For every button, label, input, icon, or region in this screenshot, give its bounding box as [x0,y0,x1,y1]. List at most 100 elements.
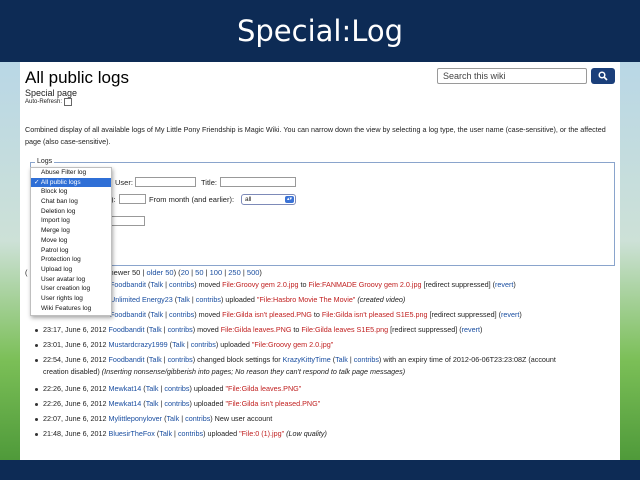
text: ) [480,325,483,334]
user-link[interactable]: Mustardcrazy1999 [109,340,168,349]
user-label: User: [115,178,133,187]
dropdown-item[interactable]: Chat ban log [31,197,111,207]
page-link[interactable]: "File:Gilda leaves.PNG" [226,384,302,393]
user-link[interactable]: Foodbandit [109,325,145,334]
dropdown-item[interactable]: Move log [31,236,111,246]
limit-500-link[interactable]: 500 [247,268,260,277]
contribs-link[interactable]: contribs [191,340,216,349]
talk-link[interactable]: Talk [149,325,162,334]
page-link[interactable]: File:Gilda leaves.PNG [221,325,292,334]
month-select[interactable]: all ▴▾ [241,194,296,205]
talk-link[interactable]: Talk [177,295,190,304]
limit-100-link[interactable]: 100 [210,268,223,277]
limit-250-link[interactable]: 250 [228,268,241,277]
bullet [35,387,38,391]
entry-time: 22:26, June 6, 2012 [43,384,109,393]
contribs-link[interactable]: contribs [164,399,189,408]
user-link[interactable]: Mewkat14 [109,384,142,393]
page-link[interactable]: "File:Gilda isn't pleased.PNG" [226,399,321,408]
user-link[interactable]: Mylittleponylover [109,414,163,423]
entry-time: 22:26, June 6, 2012 [43,399,109,408]
contribs-link[interactable]: contribs [196,295,221,304]
user-link[interactable]: Foodbandit [110,280,146,289]
page-link[interactable]: File:Gilda leaves S1E5.png [301,325,388,334]
text: ) uploaded [215,340,252,349]
log-entry: 22:26, June 6, 2012 Mewkat14 (Talk | con… [35,399,320,408]
page-input[interactable] [111,216,145,226]
text: with an expiry time of 2012-06-06T23:23:… [381,355,556,364]
talk-link[interactable]: Talk [335,355,348,364]
title-input[interactable] [220,177,296,187]
revert-link[interactable]: revert [501,310,519,319]
dropdown-item[interactable]: User avatar log [31,275,111,285]
talk-link[interactable]: Talk [150,280,163,289]
text: to [298,280,309,289]
dropdown-item[interactable]: Block log [31,187,111,197]
page-link[interactable]: File:Gilda isn't pleased.PNG [222,310,312,319]
page-link[interactable]: "File:Hasbro Movie The Movie" [257,295,355,304]
text: to [291,325,302,334]
contribs-link[interactable]: contribs [178,429,203,438]
select-arrows-icon: ▴▾ [285,196,294,203]
talk-link[interactable]: Talk [159,429,172,438]
talk-link[interactable]: Talk [172,340,185,349]
user-link[interactable]: BluesirTheFox [109,429,155,438]
autorefresh: Auto-Refresh: [25,98,73,106]
entry-time: 22:54, June 6, 2012 [43,355,109,364]
limit-50-link[interactable]: 50 [195,268,203,277]
dropdown-item[interactable]: Deletion log [31,207,111,217]
user-link[interactable]: Mewkat14 [109,399,142,408]
user-link[interactable]: Unlimited Energy23 [110,295,173,304]
contribs-link[interactable]: contribs [168,325,193,334]
dropdown-item[interactable]: Wiki Features log [31,304,111,314]
page-link[interactable]: File:FANMADE Groovy gem 2.0.jpg [308,280,421,289]
log-type-dropdown[interactable]: Abuse Filter log ✓ All public logs Block… [30,167,112,316]
text: to [311,310,322,319]
dropdown-item[interactable]: Patrol log [31,246,111,256]
talk-link[interactable]: Talk [150,310,163,319]
log-entry: Unlimited Energy23 (Talk | contribs) upl… [110,295,405,304]
revert-link[interactable]: revert [462,325,480,334]
search-input[interactable]: Search this wiki [437,68,587,84]
page-link[interactable]: "File:Groovy gem 2.0.jpg" [252,340,333,349]
nav-newer: newer 50 | [109,268,147,277]
dropdown-item[interactable]: Upload log [31,265,111,275]
background-art-left [0,62,20,460]
dropdown-item[interactable]: User creation log [31,284,111,294]
entry-time: 22:07, June 6, 2012 [43,414,109,423]
bullet [35,402,38,406]
user-input[interactable] [135,177,196,187]
contribs-link[interactable]: contribs [354,355,379,364]
dropdown-item-selected[interactable]: ✓ All public logs [31,177,111,188]
talk-link[interactable]: Talk [146,399,159,408]
autorefresh-checkbox[interactable] [64,98,73,106]
contribs-link[interactable]: contribs [185,414,210,423]
page-link[interactable]: File:Gilda isn't pleased S1E5.png [322,310,428,319]
revert-link[interactable]: revert [495,280,513,289]
page-link[interactable]: File:Groovy gem 2.0.jpg [222,280,298,289]
page-link[interactable]: "File:0 (1).jpg" [239,429,284,438]
talk-link[interactable]: Talk [146,384,159,393]
summary: (Low quality) [284,429,327,438]
contribs-link[interactable]: contribs [169,280,194,289]
talk-link[interactable]: Talk [149,355,162,364]
user-link[interactable]: Foodbandit [109,355,145,364]
dropdown-item[interactable]: Import log [31,216,111,226]
year-input[interactable] [119,194,146,204]
older-link[interactable]: older 50 [146,268,173,277]
page-link[interactable]: KrazyKittyTime [283,355,331,364]
contribs-link[interactable]: contribs [168,355,193,364]
log-entry: 22:54, June 6, 2012 Foodbandit (Talk | c… [35,355,556,364]
dropdown-item[interactable]: Merge log [31,226,111,236]
dropdown-item[interactable]: Protection log [31,255,111,265]
contribs-link[interactable]: contribs [169,310,194,319]
limit-20-link[interactable]: 20 [181,268,189,277]
fieldset-legend: Logs [35,158,55,165]
user-link[interactable]: Foodbandit [110,310,146,319]
page-subtitle: Special page [25,88,78,98]
search-button[interactable] [591,68,615,84]
contribs-link[interactable]: contribs [164,384,189,393]
talk-link[interactable]: Talk [166,414,179,423]
dropdown-item[interactable]: User rights log [31,294,111,304]
dropdown-item[interactable]: Abuse Filter log [31,168,111,178]
